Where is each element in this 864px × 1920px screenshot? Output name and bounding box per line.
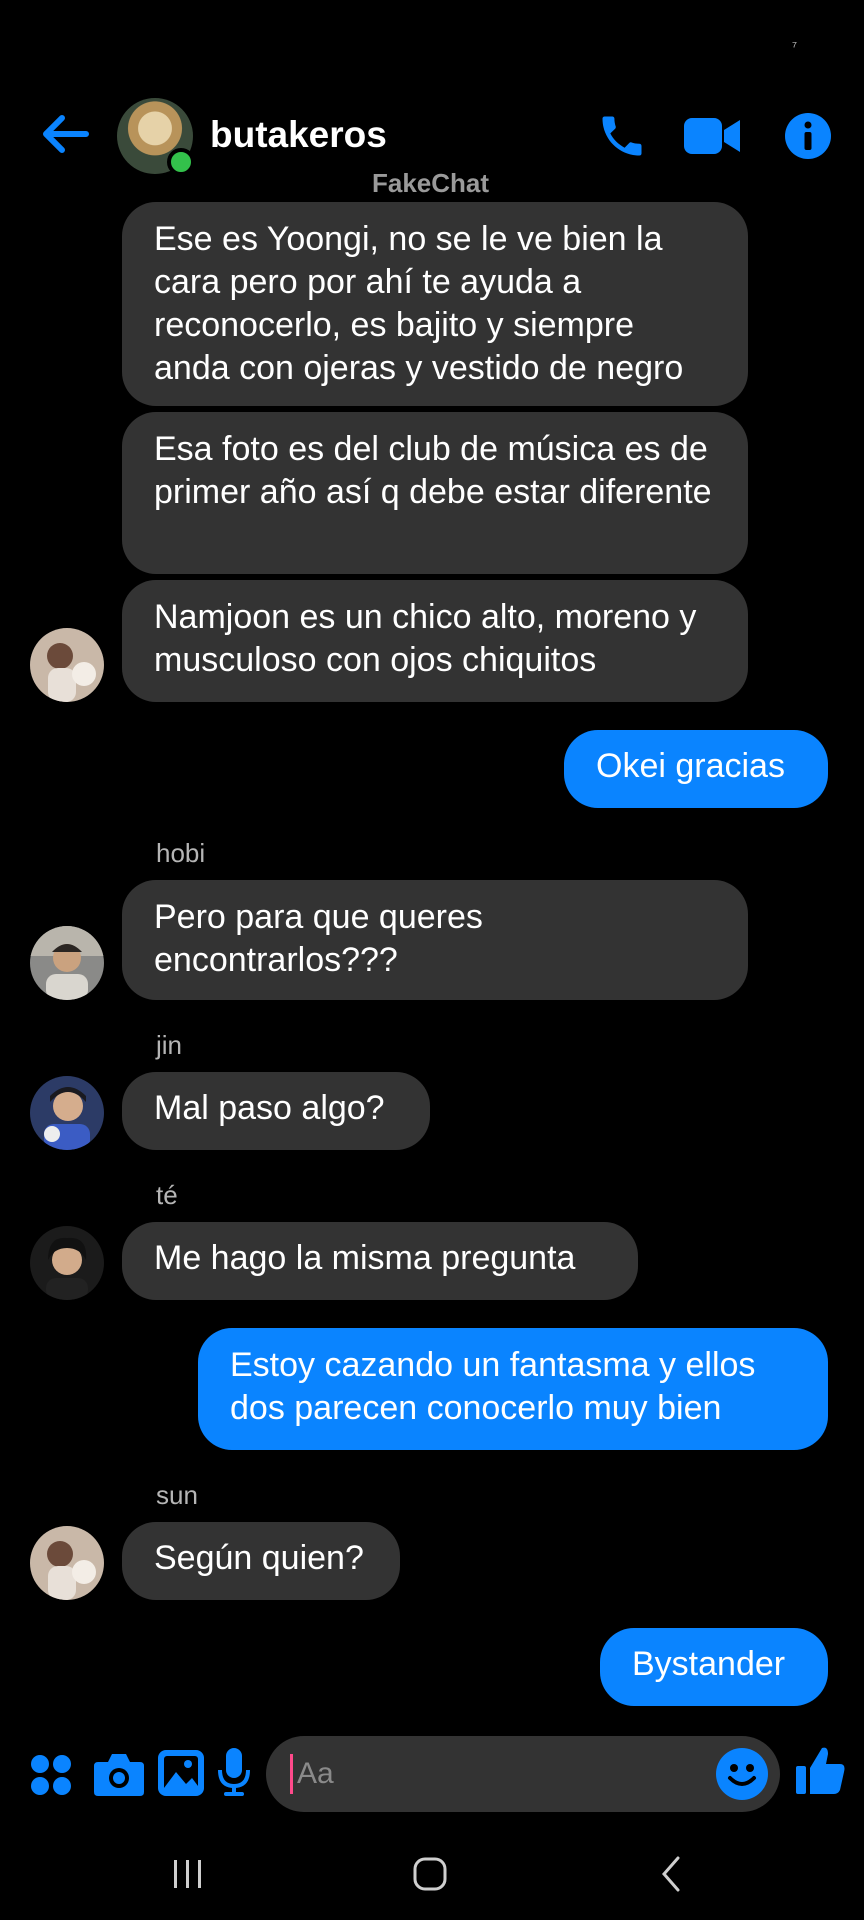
message-bubble-incoming[interactable]: Ese es Yoongi, no se le ve bien la cara … xyxy=(122,202,748,406)
status-bar-mark: ⁷ xyxy=(792,38,798,54)
sender-name: sun xyxy=(156,1480,198,1510)
info-icon[interactable] xyxy=(784,112,832,165)
thumbs-up-icon[interactable] xyxy=(796,1744,846,1801)
system-nav-bar xyxy=(0,1836,864,1920)
sender-avatar[interactable] xyxy=(30,628,104,702)
message-bubble-incoming[interactable]: Mal paso algo? xyxy=(122,1072,430,1150)
message-bubble-incoming[interactable]: Namjoon es un chico alto, moreno y muscu… xyxy=(122,580,748,702)
chat-header: butakeros FakeChat xyxy=(0,98,864,198)
chat-avatar[interactable] xyxy=(117,98,195,176)
sender-name: té xyxy=(156,1180,178,1210)
sender-avatar[interactable] xyxy=(30,1076,104,1150)
sender-name: jin xyxy=(156,1030,183,1060)
message-input-container xyxy=(266,1736,780,1812)
sender-name: hobi xyxy=(156,838,206,868)
video-camera-icon[interactable] xyxy=(684,114,740,163)
message-bubble-outgoing[interactable]: Okei gracias xyxy=(564,730,828,808)
message-bubble-incoming[interactable]: Según quien? xyxy=(122,1522,400,1600)
message-bubble-outgoing[interactable]: Bystander xyxy=(600,1628,828,1706)
emoji-icon[interactable] xyxy=(716,1748,768,1800)
microphone-icon[interactable] xyxy=(218,1748,250,1803)
sender-avatar[interactable] xyxy=(30,1226,104,1300)
gallery-icon[interactable] xyxy=(158,1750,204,1801)
back-arrow-icon[interactable] xyxy=(40,114,90,154)
camera-icon[interactable] xyxy=(94,1750,144,1801)
home-icon[interactable] xyxy=(410,1854,450,1899)
message-bubble-incoming[interactable]: Pero para que queres encontrarlos??? xyxy=(122,880,748,1000)
watermark-label: FakeChat xyxy=(372,168,490,198)
sender-avatar[interactable] xyxy=(30,926,104,1000)
message-input[interactable] xyxy=(290,1754,690,1794)
sender-avatar[interactable] xyxy=(30,1526,104,1600)
message-bubble-incoming[interactable]: Me hago la misma pregunta xyxy=(122,1222,638,1300)
message-bubble-incoming[interactable]: Esa foto es del club de música es de pri… xyxy=(122,412,748,574)
chat-title[interactable]: butakeros xyxy=(210,114,387,156)
online-status-dot xyxy=(167,148,195,176)
apps-grid-icon[interactable] xyxy=(30,1754,72,1801)
message-composer xyxy=(0,1736,864,1812)
phone-icon[interactable] xyxy=(596,110,648,167)
recent-apps-icon[interactable] xyxy=(168,1854,208,1899)
back-icon[interactable] xyxy=(652,1854,692,1899)
message-bubble-outgoing[interactable]: Estoy cazando un fantasma y ellos dos pa… xyxy=(198,1328,828,1450)
